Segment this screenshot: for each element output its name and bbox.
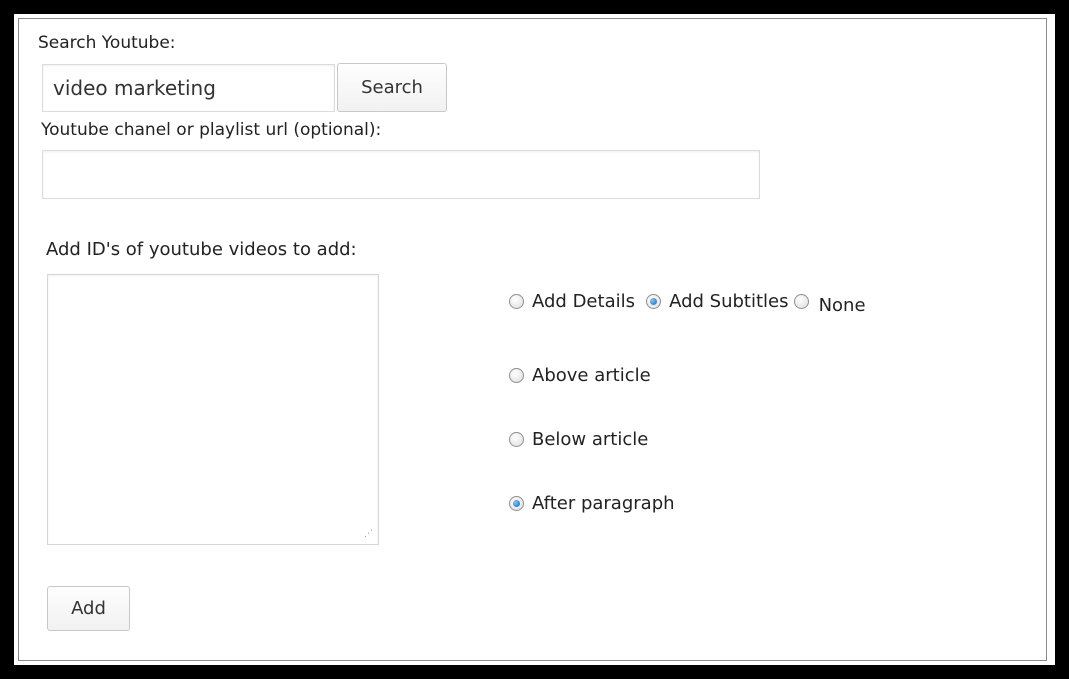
none-label: None <box>818 295 866 316</box>
video-ids-textarea[interactable]: ⋰ <box>47 274 379 545</box>
add-details-label: Add Details <box>532 291 635 312</box>
search-youtube-label: Search Youtube: <box>38 33 176 53</box>
channel-url-label: Youtube chanel or playlist url (optional… <box>41 120 382 140</box>
add-subtitles-radio[interactable] <box>646 294 662 309</box>
none-radio[interactable] <box>793 294 809 309</box>
add-button[interactable]: Add <box>47 586 130 631</box>
channel-url-input[interactable] <box>42 150 760 199</box>
add-details-radio[interactable] <box>509 294 524 309</box>
position-option-below[interactable]: Below article <box>509 429 648 455</box>
above-article-radio[interactable] <box>509 368 524 383</box>
below-article-radio[interactable] <box>509 432 524 447</box>
none-option[interactable]: None <box>793 291 866 316</box>
search-button[interactable]: Search <box>337 63 447 112</box>
position-option-after-paragraph[interactable]: After paragraph <box>509 493 675 519</box>
add-subtitles-label: Add Subtitles <box>669 291 789 312</box>
add-details-option[interactable]: Add Details <box>509 291 640 312</box>
add-subtitles-option[interactable]: Add Subtitles <box>646 291 794 312</box>
youtube-video-form: Search Youtube: Search Youtube chanel or… <box>18 18 1047 661</box>
after-paragraph-label: After paragraph <box>532 493 675 514</box>
resize-grip-icon[interactable]: ⋰ <box>364 530 374 540</box>
above-article-label: Above article <box>532 365 651 386</box>
video-ids-label: Add ID's of youtube videos to add: <box>46 239 357 260</box>
position-option-above[interactable]: Above article <box>509 365 651 391</box>
below-article-label: Below article <box>532 429 649 450</box>
after-paragraph-radio[interactable] <box>509 496 524 511</box>
details-radio-group: Add Details Add Subtitles None <box>509 291 866 317</box>
search-input[interactable] <box>42 64 335 112</box>
